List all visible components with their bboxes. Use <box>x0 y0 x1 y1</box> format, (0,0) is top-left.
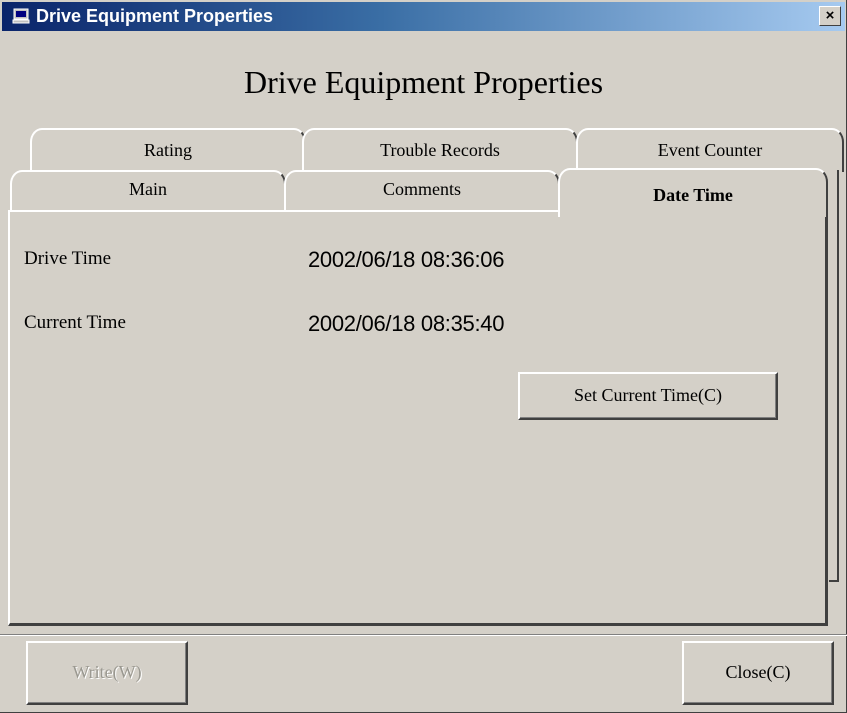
tab-date-time[interactable]: Date Time <box>558 168 828 217</box>
tab-label: Main <box>129 179 167 199</box>
tab-stack-edge <box>829 170 839 582</box>
set-current-time-button[interactable]: Set Current Time(C) <box>518 372 778 420</box>
current-time-label: Current Time <box>24 312 126 333</box>
tab-rating[interactable]: Rating <box>30 128 306 172</box>
date-time-panel: Drive Time 2002/06/18 08:36:06 Current T… <box>8 210 828 626</box>
window-title: Drive Equipment Properties <box>36 6 274 26</box>
dialog-window: Drive Equipment Properties × Drive Equip… <box>0 0 847 713</box>
drive-time-value: 2002/06/18 08:36:06 <box>308 247 505 272</box>
footer-divider <box>0 634 847 636</box>
tab-comments[interactable]: Comments <box>284 170 560 212</box>
close-button[interactable]: Close(C) <box>682 641 834 705</box>
title-bar[interactable]: Drive Equipment Properties × <box>2 2 845 31</box>
write-button: Write(W) <box>26 641 188 705</box>
tab-label: Comments <box>382 179 461 199</box>
drive-time-label: Drive Time <box>24 248 112 269</box>
current-time-value: 2002/06/18 08:35:40 <box>308 311 505 336</box>
tab-label: Rating <box>144 140 192 160</box>
tab-event-counter[interactable]: Event Counter <box>576 128 844 172</box>
tab-label: Event Counter <box>657 140 763 160</box>
tab-label: Date Time <box>653 185 733 205</box>
close-icon[interactable]: × <box>819 6 841 26</box>
tab-trouble-records[interactable]: Trouble Records <box>302 128 578 172</box>
page-title: Drive Equipment Properties <box>243 64 604 100</box>
tab-main[interactable]: Main <box>10 170 286 212</box>
computer-icon <box>12 8 30 24</box>
tab-label: Trouble Records <box>380 140 500 160</box>
